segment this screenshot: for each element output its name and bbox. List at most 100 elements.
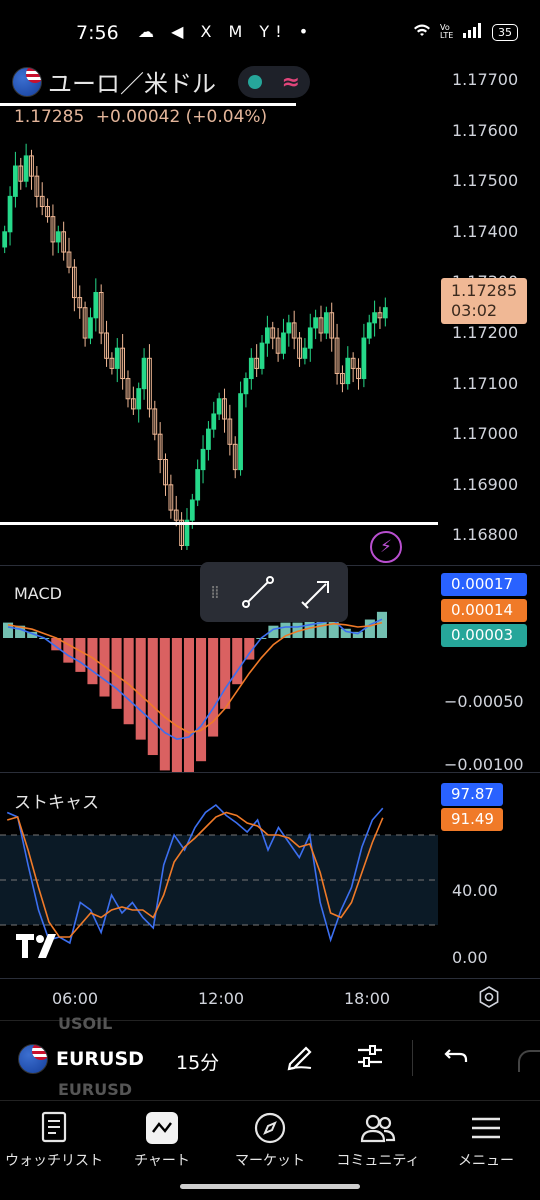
price-axis-label: 1.17700 <box>452 70 519 89</box>
candle <box>114 347 120 369</box>
candle <box>200 448 206 471</box>
nav-label: メニュー <box>458 1153 514 1169</box>
candle <box>189 499 195 521</box>
status-right: Vo LTE 35 <box>412 22 518 42</box>
candle <box>323 312 329 334</box>
chart-icon <box>108 1108 216 1148</box>
time-label: 06:00 <box>52 989 99 1008</box>
wave-icon: ≈ <box>281 69 301 95</box>
home-indicator[interactable] <box>180 1184 360 1189</box>
candle <box>55 231 61 243</box>
status-time: 7:56 <box>76 22 119 44</box>
symbol-header[interactable]: ユーロ／米ドル <box>12 64 216 99</box>
undo-icon[interactable] <box>436 1040 476 1080</box>
stoch-k-tag: 97.87 <box>441 783 503 806</box>
indicators-sliders-icon[interactable] <box>350 1040 390 1080</box>
price-axis-label: 1.17100 <box>452 373 519 393</box>
macd-axis-label: −0.00050 <box>444 692 524 711</box>
candle <box>366 322 372 339</box>
candle <box>264 327 270 344</box>
interval-selector[interactable]: 15分 <box>176 1048 219 1075</box>
time-label: 18:00 <box>344 989 391 1008</box>
candle <box>248 357 254 380</box>
nav-label: チャート <box>134 1153 190 1169</box>
settings-gear-icon[interactable] <box>478 986 500 1012</box>
candle <box>23 155 29 182</box>
next-symbol[interactable]: EURUSD <box>58 1080 132 1099</box>
price-axis-label: 1.17400 <box>452 221 519 241</box>
nav-label: ウォッチリスト <box>5 1153 103 1169</box>
last-price-label: 1.17285 03:02 <box>441 278 527 324</box>
redo-icon[interactable] <box>518 1050 540 1072</box>
last-price-value: 1.17285 <box>451 281 518 300</box>
previous-symbol[interactable]: USOIL <box>58 1014 112 1033</box>
candle <box>136 388 142 410</box>
candle <box>313 317 319 329</box>
bar-countdown: 03:02 <box>451 301 498 320</box>
drawing-toolbar[interactable]: ⁞⁞ <box>200 562 348 622</box>
market-open-icon <box>247 75 262 89</box>
watchlist-icon <box>0 1108 108 1148</box>
candle <box>281 332 286 354</box>
candle <box>206 428 211 450</box>
candle <box>211 413 217 430</box>
menu-icon <box>432 1108 540 1148</box>
macd-histogram-bar <box>376 611 387 638</box>
signal-value-tag: 0.00014 <box>441 599 527 622</box>
arrow-tool-icon[interactable] <box>288 574 348 610</box>
stoch-axis-label: 40.00 <box>452 881 498 900</box>
drag-handle-icon[interactable]: ⁞⁞ <box>200 582 228 603</box>
price-axis-label: 1.17000 <box>452 424 519 444</box>
macd-title[interactable]: MACD <box>14 584 62 603</box>
network-label: Vo LTE <box>440 23 454 40</box>
nav-label: マーケット <box>235 1153 305 1169</box>
nav-label: コミュニティ <box>336 1153 420 1169</box>
header-underline <box>0 103 296 106</box>
symbol-selector[interactable]: EURUSD <box>56 1048 144 1070</box>
time-label: 12:00 <box>198 989 245 1008</box>
symbol-title: ユーロ／米ドル <box>48 70 216 98</box>
histogram-value-tag: 0.00003 <box>441 624 527 647</box>
price-axis-label: 1.16900 <box>452 474 519 494</box>
main-chart[interactable] <box>0 110 440 550</box>
price-axis-label: 1.17500 <box>452 171 519 191</box>
candle <box>7 195 13 233</box>
battery-indicator: 35 <box>492 23 518 41</box>
macd-histogram-bar <box>340 628 351 638</box>
stoch-d-tag: 91.49 <box>441 808 503 831</box>
nav-chart[interactable]: チャート <box>108 1108 216 1170</box>
nav-community[interactable]: コミュニティ <box>324 1108 432 1170</box>
nav-watchlist[interactable]: ウォッチリスト <box>0 1108 108 1170</box>
candle <box>216 398 222 415</box>
panel-divider <box>0 978 540 979</box>
macd-histogram-bar <box>147 638 158 756</box>
pencil-icon[interactable] <box>280 1040 320 1080</box>
macd-histogram-bar <box>135 638 146 740</box>
macd-histogram-bar <box>220 638 231 709</box>
wifi-icon <box>412 22 432 42</box>
candle <box>141 357 147 390</box>
candle <box>307 327 313 349</box>
tradingview-logo[interactable] <box>16 934 64 962</box>
candle <box>13 165 18 197</box>
horizontal-line[interactable] <box>0 522 438 525</box>
eurusd-flag-icon <box>12 66 42 97</box>
nav-market[interactable]: マーケット <box>216 1108 324 1170</box>
stoch-band <box>0 835 438 925</box>
eurusd-flag-icon <box>18 1044 48 1074</box>
macd-histogram-bar <box>183 638 194 772</box>
compass-icon <box>216 1108 324 1148</box>
price-axis-label: 1.16800 <box>452 525 519 545</box>
nav-menu[interactable]: メニュー <box>432 1108 540 1170</box>
community-icon <box>324 1108 432 1148</box>
market-status-pill[interactable]: ≈ <box>238 66 310 98</box>
stochastic-title[interactable]: ストキャス <box>14 788 99 813</box>
macd-histogram-bar <box>171 638 182 772</box>
lightning-icon[interactable]: ⚡ <box>370 531 402 563</box>
trend-line-tool-icon[interactable] <box>228 574 288 610</box>
stoch-axis-label: 0.00 <box>452 948 488 967</box>
notification-icons: ☁ ◀ X M Y! • <box>138 22 315 41</box>
macd-histogram-bar <box>63 638 74 663</box>
candle <box>243 378 249 395</box>
price-axis-label: 1.17200 <box>452 323 519 342</box>
